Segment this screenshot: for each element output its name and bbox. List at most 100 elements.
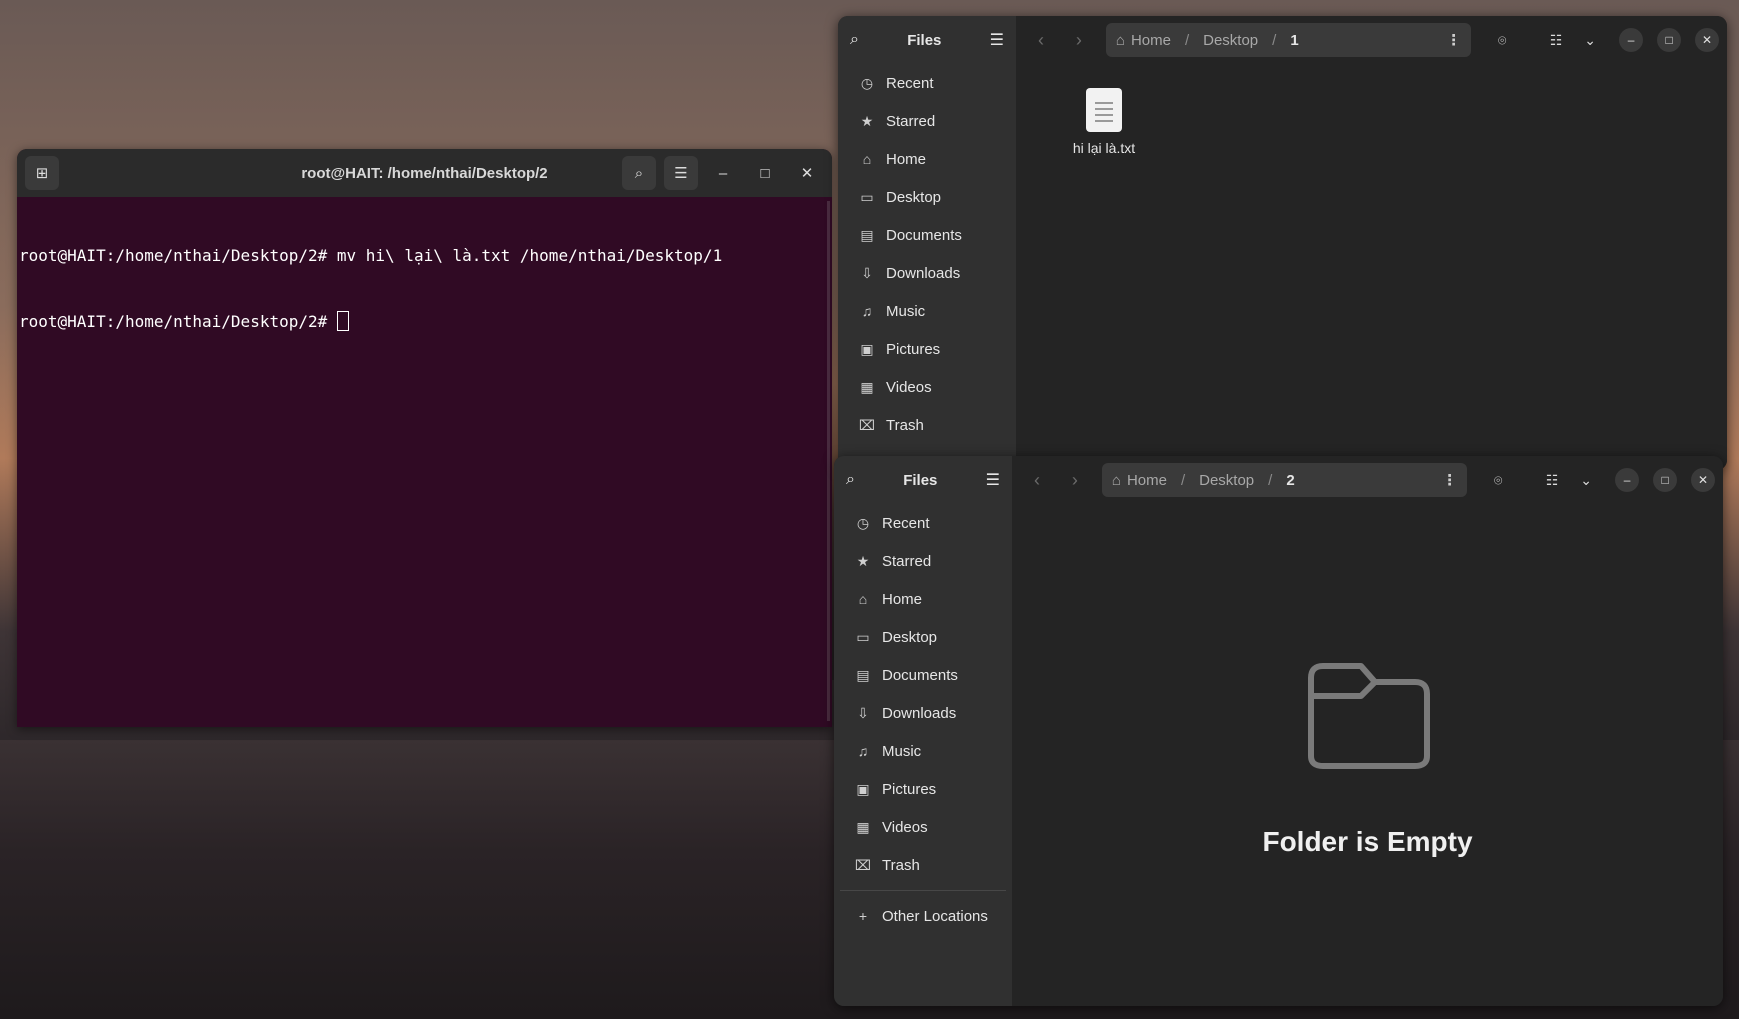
empty-state: Folder is Empty [1012, 656, 1723, 858]
breadcrumb-desktop[interactable]: Desktop [1203, 32, 1258, 49]
sidebar-item-trash[interactable]: ⌧ Trash [838, 406, 1016, 444]
sidebar-item-music[interactable]: ♫ Music [834, 732, 1012, 770]
sidebar-item-downloads[interactable]: ⇩ Downloads [838, 254, 1016, 292]
picture-icon: ▣ [856, 780, 870, 797]
maximize-icon[interactable]: □ [748, 156, 782, 190]
folder-icon [1307, 663, 1430, 769]
maximize-icon[interactable]: □ [1653, 468, 1678, 492]
content-area: ‹ › ⌂ Home / Desktop / 1 ⋮ ⌾ ☷ ⌄ – □ ✕ h… [1016, 16, 1727, 470]
file-item[interactable]: hi lại là.txt [1044, 88, 1164, 156]
sidebar-item-documents[interactable]: ▤ Documents [834, 656, 1012, 694]
minimize-icon[interactable]: – [706, 156, 740, 190]
sidebar-item-pictures[interactable]: ▣ Pictures [838, 330, 1016, 368]
app-title: Files [903, 471, 938, 489]
music-icon: ♫ [857, 743, 869, 759]
toolbar: ‹ › ⌂ Home / Desktop / 1 ⋮ ⌾ ☷ ⌄ – □ ✕ [1016, 16, 1727, 64]
close-icon[interactable]: ✕ [790, 156, 824, 190]
sidebar: ⌕ Files ☰ ◷ Recent ★ Starred ⌂ Home ▭ Deskto… [838, 16, 1016, 470]
breadcrumb-desktop[interactable]: Desktop [1199, 472, 1254, 489]
empty-message: Folder is Empty [1262, 826, 1473, 857]
more-options-icon[interactable]: ⋮ [1442, 471, 1457, 489]
sidebar-item-music[interactable]: ♫ Music [838, 292, 1016, 330]
home-icon: ⌂ [862, 151, 872, 167]
menu-icon[interactable]: ☰ [986, 470, 1000, 490]
breadcrumb-separator: / [1268, 471, 1273, 489]
sidebar-item-videos[interactable]: ▦ Videos [838, 368, 1016, 406]
clock-icon: ◷ [856, 514, 870, 531]
terminal-output[interactable]: root@HAIT:/home/nthai/Desktop/2# mv hi\ … [17, 197, 832, 381]
file-name: hi lại là.txt [1072, 140, 1136, 156]
back-icon[interactable]: ‹ [1020, 463, 1054, 497]
text-file-icon [1086, 88, 1122, 132]
back-icon[interactable]: ‹ [1024, 23, 1058, 57]
screenshot-icon[interactable]: ⌾ [1487, 25, 1517, 55]
minimize-icon[interactable]: – [1619, 28, 1644, 52]
document-icon: ▤ [856, 666, 870, 683]
trash-icon: ⌧ [854, 856, 872, 873]
chevron-down-icon[interactable]: ⌄ [1571, 465, 1601, 495]
breadcrumb-current[interactable]: 1 [1290, 32, 1298, 49]
close-icon[interactable]: ✕ [1695, 28, 1719, 52]
menu-icon[interactable]: ☰ [990, 30, 1004, 50]
app-title: Files [907, 31, 942, 49]
sidebar-item-pictures[interactable]: ▣ Pictures [834, 770, 1012, 808]
terminal-window[interactable]: ⊞ root@HAIT: /home/nthai/Desktop/2 ⌕ ☰ –… [17, 149, 832, 727]
more-options-icon[interactable]: ⋮ [1446, 31, 1461, 49]
sidebar-item-recent[interactable]: ◷ Recent [834, 504, 1012, 542]
sidebar-item-other-locations[interactable]: + Other Locations [834, 897, 1012, 935]
maximize-icon[interactable]: □ [1657, 28, 1682, 52]
download-icon: ⇩ [857, 704, 869, 721]
desktop-icon: ▭ [856, 628, 870, 645]
breadcrumb-separator: / [1272, 31, 1277, 49]
home-icon: ⌂ [1115, 31, 1125, 49]
search-icon[interactable]: ⌕ [622, 156, 656, 190]
minimize-icon[interactable]: – [1615, 468, 1640, 492]
sidebar-item-home[interactable]: ⌂ Home [834, 580, 1012, 618]
sidebar-item-desktop[interactable]: ▭ Desktop [834, 618, 1012, 656]
terminal-line: root@HAIT:/home/nthai/Desktop/2# mv hi\ … [19, 246, 723, 265]
home-icon: ⌂ [1111, 471, 1121, 489]
document-icon: ▤ [860, 226, 874, 243]
terminal-scrollbar[interactable] [827, 201, 830, 721]
breadcrumb-home[interactable]: Home [1131, 32, 1171, 49]
breadcrumb-separator: / [1184, 31, 1190, 49]
sidebar-item-starred[interactable]: ★ Starred [834, 542, 1012, 580]
toolbar: ‹ › ⌂ Home / Desktop / 2 ⋮ ⌾ ☷ ⌄ – □ ✕ [1012, 456, 1723, 504]
sidebar-item-downloads[interactable]: ⇩ Downloads [834, 694, 1012, 732]
chevron-down-icon[interactable]: ⌄ [1575, 25, 1605, 55]
list-view-icon[interactable]: ☷ [1537, 465, 1567, 495]
desktop-icon: ▭ [860, 188, 874, 205]
sidebar-item-documents[interactable]: ▤ Documents [838, 216, 1016, 254]
plus-icon: + [858, 908, 868, 924]
files-window-top[interactable]: ⌕ Files ☰ ◷ Recent ★ Starred ⌂ Home ▭ Deskto… [838, 16, 1727, 470]
video-icon: ▦ [856, 818, 870, 835]
sidebar-item-starred[interactable]: ★ Starred [838, 102, 1016, 140]
star-icon: ★ [856, 552, 870, 569]
search-icon[interactable]: ⌕ [846, 471, 855, 489]
files-window-bottom[interactable]: ⌕ Files ☰ ◷ Recent ★ Starred ⌂ Home ▭ Deskto… [834, 456, 1723, 1006]
content-area: ‹ › ⌂ Home / Desktop / 2 ⋮ ⌾ ☷ ⌄ – □ ✕ F [1012, 456, 1723, 1006]
close-icon[interactable]: ✕ [1691, 468, 1715, 492]
video-icon: ▦ [860, 378, 874, 395]
trash-icon: ⌧ [858, 416, 876, 433]
sidebar-item-recent[interactable]: ◷ Recent [838, 64, 1016, 102]
sidebar-item-desktop[interactable]: ▭ Desktop [838, 178, 1016, 216]
search-icon[interactable]: ⌕ [850, 31, 859, 49]
terminal-cursor [336, 311, 349, 331]
menu-icon[interactable]: ☰ [664, 156, 698, 190]
sidebar-item-trash[interactable]: ⌧ Trash [834, 846, 1012, 884]
forward-icon[interactable]: › [1062, 23, 1096, 57]
terminal-line: root@HAIT:/home/nthai/Desktop/2# [19, 312, 337, 331]
sidebar-item-videos[interactable]: ▦ Videos [834, 808, 1012, 846]
breadcrumb-current[interactable]: 2 [1286, 472, 1294, 489]
path-bar[interactable]: ⌂ Home / Desktop / 1 ⋮ [1105, 23, 1472, 57]
sidebar-item-home[interactable]: ⌂ Home [838, 140, 1016, 178]
list-view-icon[interactable]: ☷ [1541, 25, 1571, 55]
screenshot-icon[interactable]: ⌾ [1483, 465, 1513, 495]
new-tab-icon[interactable]: ⊞ [25, 156, 59, 190]
star-icon: ★ [860, 112, 874, 129]
picture-icon: ▣ [860, 340, 874, 357]
forward-icon[interactable]: › [1058, 463, 1092, 497]
breadcrumb-home[interactable]: Home [1127, 472, 1167, 489]
path-bar[interactable]: ⌂ Home / Desktop / 2 ⋮ [1101, 463, 1468, 497]
